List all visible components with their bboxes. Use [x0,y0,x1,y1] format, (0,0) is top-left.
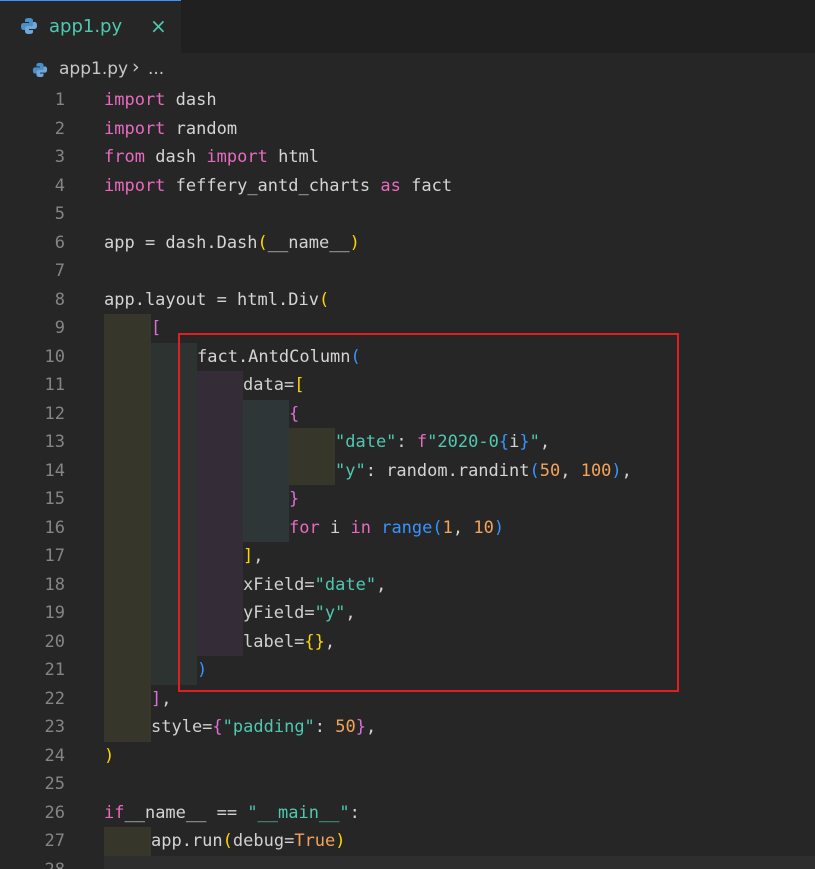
line-number: 1 [54,90,65,110]
line-number: 24 [44,745,65,766]
indent-guide [104,827,151,856]
indent-guide [104,542,151,571]
indent-guide [104,599,151,628]
indent-guide [104,456,151,485]
code-text: style={"padding": 50}, [151,717,377,737]
line-number: 6 [54,232,65,253]
line-number: 5 [54,204,65,224]
code-line[interactable]: 2 import random [0,115,815,144]
code-line[interactable]: 27 app.run(debug=True) [0,827,815,856]
python-icon [32,62,48,78]
code-text: import random [104,118,238,139]
breadcrumb-file[interactable]: app1.py [59,59,128,79]
indent-guide [104,342,151,371]
line-number: 25 [44,774,65,794]
line-number: 14 [44,460,65,481]
code-line[interactable]: 7 [0,257,815,286]
indent-guide [104,428,151,457]
code-line[interactable]: 1 import dash [0,86,815,115]
code-text: import dash [104,90,217,110]
indent-guide [104,627,151,656]
indent-guide [104,513,151,542]
code-line[interactable]: 23 style={"padding": 50}, [0,713,815,742]
code-text: if__name__ == "__main__": [104,802,360,823]
code-text: from dash import html [104,147,320,167]
code-text: import feffery_antd_charts as fact [104,175,453,196]
line-number: 27 [44,831,65,851]
indent-guide [104,656,151,685]
line-number: 23 [44,717,65,737]
code-line[interactable]: 5 [0,200,815,229]
close-icon[interactable]: × [150,14,167,38]
line-number: 9 [54,318,65,338]
code-text: [ [151,318,162,338]
breadcrumb-more[interactable]: ... [148,59,164,79]
code-line[interactable]: 24) [0,742,815,771]
line-number: 15 [44,489,65,509]
line-number: 22 [44,688,65,709]
indent-guide [104,314,151,343]
line-number: 8 [54,289,65,310]
line-number: 19 [44,603,65,623]
indent-guide [104,570,151,599]
code-line[interactable]: 28 [0,855,815,869]
indent-guide [104,485,151,514]
line-number: 11 [44,375,65,395]
highlight-box [178,333,679,692]
tab-label: app1.py [49,16,123,37]
code-line[interactable]: 26 if__name__ == "__main__": [0,799,815,828]
line-number: 26 [44,802,65,823]
indent-guide [104,684,151,713]
line-number: 20 [44,631,65,652]
code-text: app = dash.Dash(__name__) [104,232,360,253]
code-text: app.run(debug=True) [151,831,346,851]
line-number: 12 [44,403,65,424]
python-icon [21,18,37,34]
current-line-highlight [104,855,815,869]
breadcrumb: app1.py › ... [0,56,815,86]
line-number: 10 [44,346,65,367]
code-line[interactable]: 4 import feffery_antd_charts as fact [0,172,815,201]
tab-bar: app1.py × [0,0,815,53]
code-text: ], [151,688,172,709]
line-number: 3 [54,147,65,167]
line-number: 7 [54,261,65,281]
line-number: 17 [44,546,65,566]
line-number: 13 [44,432,65,452]
line-number: 4 [54,175,65,196]
indent-guide [104,371,151,400]
code-line[interactable]: 3 from dash import html [0,143,815,172]
code-line[interactable]: 6 app = dash.Dash(__name__) [0,229,815,258]
code-text: app.layout = html.Div( [104,289,330,310]
chevron-right-icon: › [132,56,140,78]
line-number: 2 [54,118,65,139]
code-line[interactable]: 25 [0,770,815,799]
tab-app1-py[interactable]: app1.py × [0,0,181,53]
line-number: 21 [44,660,65,680]
line-number: 16 [44,517,65,538]
line-number: 18 [44,574,65,595]
code-line[interactable]: 8 app.layout = html.Div( [0,286,815,315]
code-text: ) [104,745,115,766]
line-number: 28 [45,860,65,869]
indent-guide [104,713,151,742]
indent-guide [104,399,151,428]
